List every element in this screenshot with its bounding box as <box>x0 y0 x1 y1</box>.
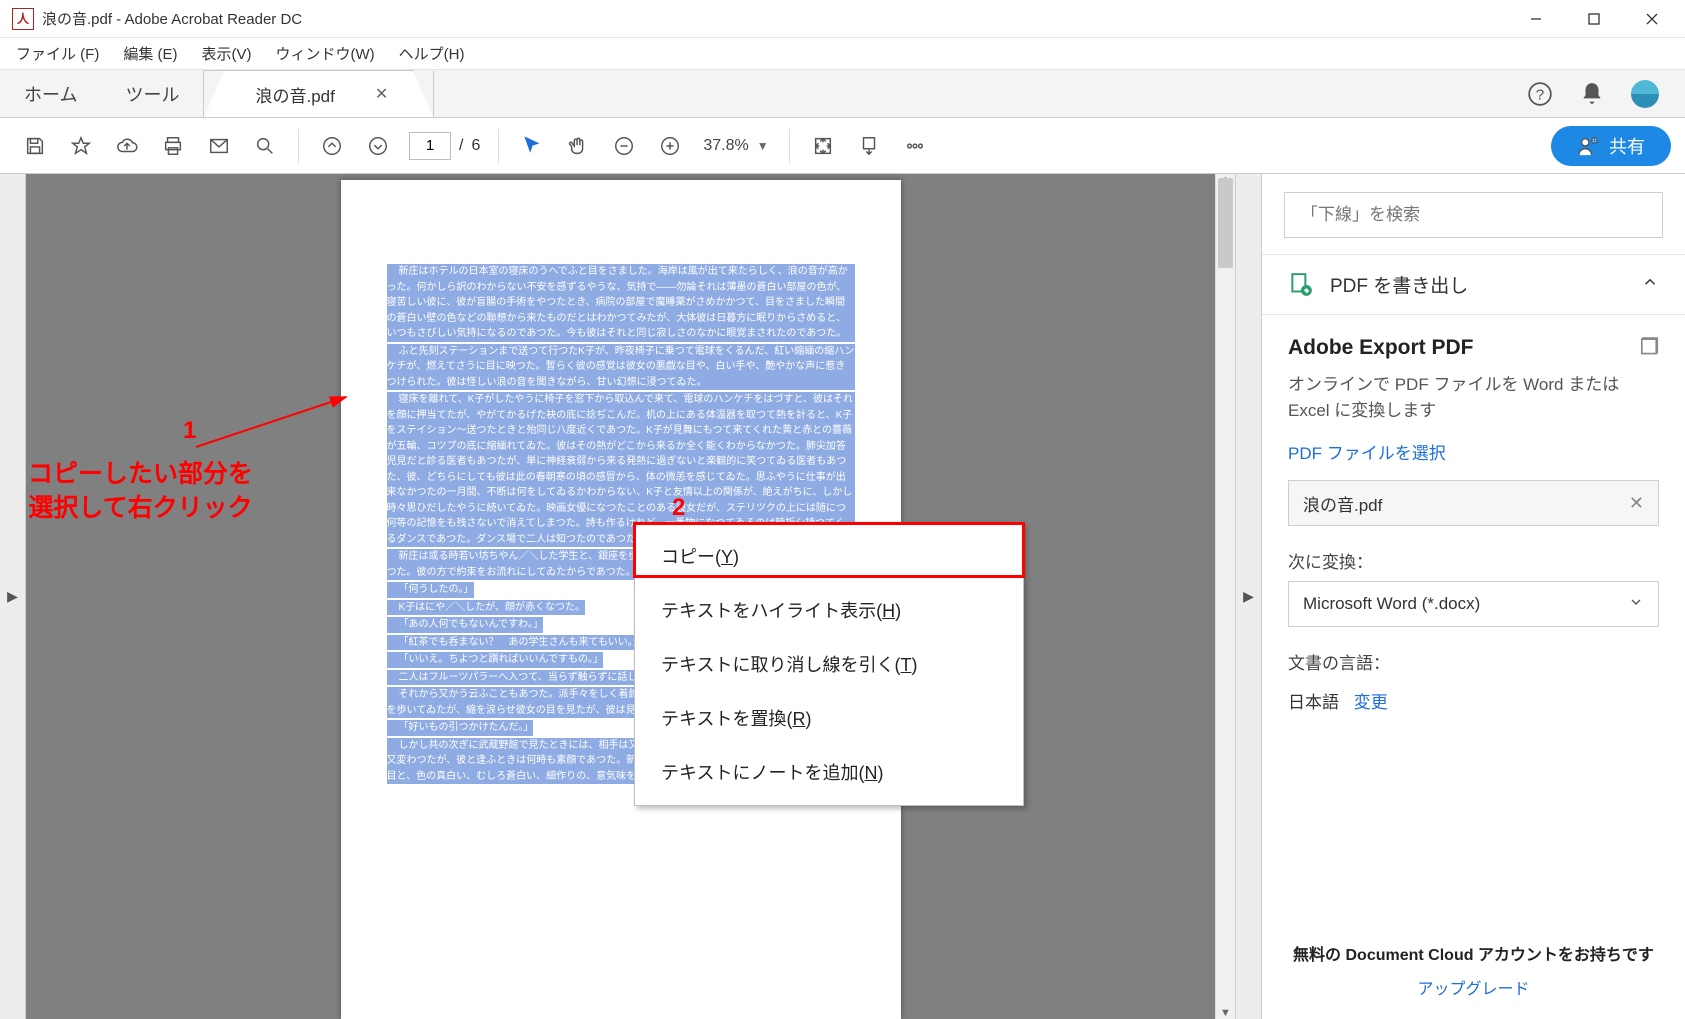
menu-edit[interactable]: 編集 (E) <box>113 39 187 68</box>
clear-file-icon[interactable]: ✕ <box>1629 493 1644 514</box>
share-button[interactable]: 共有 <box>1551 126 1671 166</box>
page-down-icon[interactable] <box>357 125 399 167</box>
tab-document-label: 浪の音.pdf <box>255 82 334 107</box>
menu-help[interactable]: ヘルプ(H) <box>389 39 475 68</box>
convert-value: Microsoft Word (*.docx) <box>1303 594 1480 614</box>
convert-to-select[interactable]: Microsoft Word (*.docx) <box>1288 581 1659 627</box>
search-field-wrap <box>1284 192 1663 238</box>
email-icon[interactable] <box>198 125 240 167</box>
right-panel-footer: 無料の Document Cloud アカウントをお持ちです アップグレード <box>1262 941 1685 1009</box>
zoom-in-icon[interactable] <box>649 125 691 167</box>
avatar[interactable] <box>1631 80 1659 108</box>
upgrade-link[interactable]: アップグレード <box>1284 975 1663 999</box>
title-bar: 人 浪の音.pdf - Adobe Acrobat Reader DC <box>0 0 1685 38</box>
help-icon[interactable]: ? <box>1527 81 1553 107</box>
scroll-down-icon[interactable]: ▼ <box>1216 1007 1235 1019</box>
vertical-scrollbar[interactable]: ▲ ▼ <box>1215 174 1235 1019</box>
window-title: 浪の音.pdf - Adobe Acrobat Reader DC <box>42 8 302 29</box>
tab-bar: ホーム ツール 浪の音.pdf ✕ ? <box>0 70 1685 118</box>
document-area: ▶ 新庄はホテルの日本室の寝床のうへでふと目をさました。海岸は風が出て来たらしく… <box>0 174 1261 1019</box>
separator <box>498 129 499 163</box>
tabbar-right: ? <box>1527 70 1685 117</box>
chevron-down-icon <box>1628 594 1644 615</box>
footer-account-text: 無料の Document Cloud アカウントをお持ちです <box>1284 941 1663 965</box>
page-current-input[interactable] <box>409 132 451 160</box>
selection-tool-icon[interactable] <box>511 125 553 167</box>
minimize-button[interactable] <box>1507 0 1565 38</box>
notification-icon[interactable] <box>1579 81 1605 107</box>
menu-file[interactable]: ファイル (F) <box>6 39 109 68</box>
chevron-right-icon: ▶ <box>1243 588 1254 605</box>
context-menu-item[interactable]: テキストを置換(R) <box>635 691 1023 745</box>
page-sep: / <box>459 137 463 155</box>
select-pdf-link[interactable]: PDF ファイルを選択 <box>1288 439 1446 464</box>
fit-width-icon[interactable] <box>802 125 844 167</box>
search-icon[interactable] <box>244 125 286 167</box>
menu-window[interactable]: ウィンドウ(W) <box>266 39 385 68</box>
chevron-right-icon: ▶ <box>7 588 18 605</box>
save-icon[interactable] <box>14 125 56 167</box>
right-panel: PDF を書き出し Adobe Export PDF ❐ オンラインで PDF … <box>1261 174 1685 1019</box>
nav-pane-toggle[interactable]: ▶ <box>0 174 26 1019</box>
context-menu-item[interactable]: テキストにノートを追加(N) <box>635 745 1023 799</box>
annotation-red-box <box>633 522 1025 578</box>
toolbar: / 6 37.8% ▼ 共有 <box>0 118 1685 174</box>
export-pdf-header[interactable]: PDF を書き出し <box>1262 254 1685 314</box>
product-title: Adobe Export PDF ❐ <box>1288 315 1659 360</box>
selected-file-label: 浪の音.pdf <box>1303 491 1382 516</box>
separator <box>789 129 790 163</box>
app-icon: 人 <box>12 8 34 30</box>
annotation-number-1: 1 <box>183 417 196 445</box>
scrollbar-thumb[interactable] <box>1218 178 1233 268</box>
export-section: Adobe Export PDF ❐ オンラインで PDF ファイルを Word… <box>1262 314 1685 721</box>
maximize-button[interactable] <box>1565 0 1623 38</box>
doc-lang-label: 文書の言語： <box>1288 649 1659 674</box>
more-tools-icon[interactable] <box>894 125 936 167</box>
product-desc: オンラインで PDF ファイルを Word または Excel に変換します <box>1288 372 1659 423</box>
menu-bar: ファイル (F) 編集 (E) 表示(V) ウィンドウ(W) ヘルプ(H) <box>0 38 1685 70</box>
separator <box>298 129 299 163</box>
chevron-down-icon: ▼ <box>757 139 769 153</box>
export-header-label: PDF を書き出し <box>1330 271 1468 298</box>
print-icon[interactable] <box>152 125 194 167</box>
cloud-upload-icon[interactable] <box>106 125 148 167</box>
tab-tools[interactable]: ツール <box>101 70 203 117</box>
tools-pane-toggle[interactable]: ▶ <box>1235 174 1261 1019</box>
zoom-out-icon[interactable] <box>603 125 645 167</box>
page-indicator: / 6 <box>409 132 480 160</box>
tab-document[interactable]: 浪の音.pdf ✕ <box>203 70 414 117</box>
main-area: ▶ 新庄はホテルの日本室の寝床のうへでふと目をさました。海岸は風が出て来たらしく… <box>0 174 1685 1019</box>
zoom-value: 37.8% <box>703 137 748 155</box>
hand-tool-icon[interactable] <box>557 125 599 167</box>
menu-view[interactable]: 表示(V) <box>192 39 262 68</box>
selected-file-field[interactable]: 浪の音.pdf ✕ <box>1288 480 1659 526</box>
context-menu-item[interactable]: テキストに取り消し線を引く(T) <box>635 637 1023 691</box>
close-button[interactable] <box>1623 0 1681 38</box>
annotation-text-1: コピーしたい部分を 選択して右クリック <box>28 458 253 526</box>
scroll-mode-icon[interactable] <box>848 125 890 167</box>
context-menu-item[interactable]: テキストをハイライト表示(H) <box>635 583 1023 637</box>
star-icon[interactable] <box>60 125 102 167</box>
chevron-up-icon <box>1641 273 1659 297</box>
page-total: 6 <box>471 137 480 155</box>
tab-close-icon[interactable]: ✕ <box>375 84 388 104</box>
svg-text:?: ? <box>1536 86 1544 103</box>
share-button-label: 共有 <box>1609 133 1645 159</box>
tab-home[interactable]: ホーム <box>0 70 101 117</box>
tools-search-input[interactable] <box>1284 192 1663 238</box>
convert-to-label: 次に変換： <box>1288 548 1659 573</box>
annotation-arrow-1 <box>196 392 356 452</box>
page-up-icon[interactable] <box>311 125 353 167</box>
doc-lang-value: 日本語 変更 <box>1288 688 1659 713</box>
zoom-dropdown[interactable]: 37.8% ▼ <box>695 137 776 155</box>
change-lang-link[interactable]: 変更 <box>1354 693 1388 712</box>
export-icon <box>1288 272 1314 298</box>
windows-icon[interactable]: ❐ <box>1640 335 1659 360</box>
window-controls <box>1507 0 1681 38</box>
document-canvas[interactable]: 新庄はホテルの日本室の寝床のうへでふと目をさました。海岸は風が出て来たらしく、浪… <box>26 174 1215 1019</box>
